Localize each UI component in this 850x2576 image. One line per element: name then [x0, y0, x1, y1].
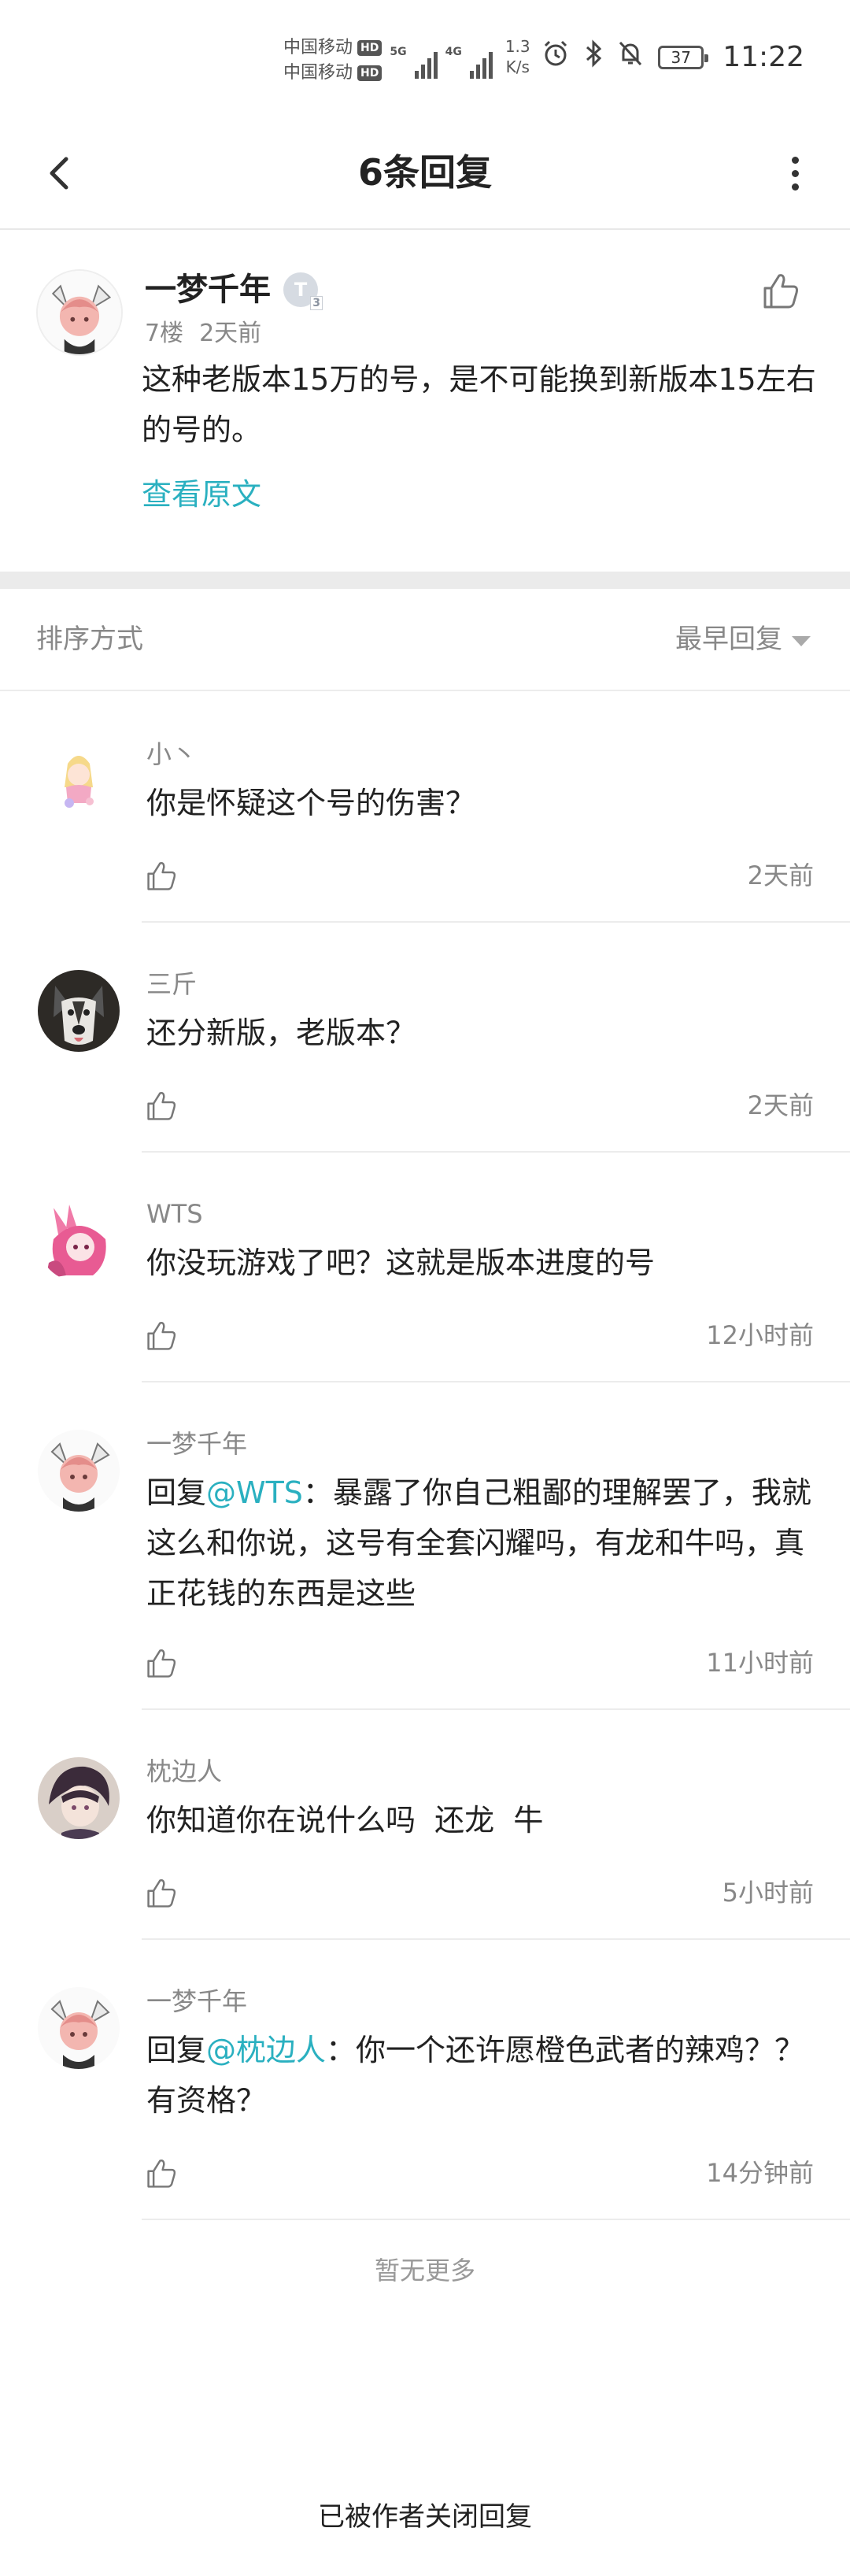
reply-text: 回复@枕边人：你一个还许愿橙色武者的辣鸡？？有资格？ [146, 2025, 823, 2126]
no-more-label: 暂无更多 [374, 2256, 475, 2285]
reply-item: WTS 你没玩游戏了吧？这就是版本进度的号 12小时前 [0, 1153, 850, 1382]
bluetooth-icon [584, 39, 603, 75]
floor-number: 7楼 [145, 320, 184, 347]
sort-bar: 排序方式 最早回复 [0, 589, 850, 691]
reply-text: 回复@WTS：暴露了你自己粗鄙的理解罢了，我就这么和你说，这号有全套闪耀吗，有龙… [146, 1468, 823, 1619]
page-header: 6条回复 [0, 118, 850, 230]
reply-author[interactable]: 枕边人 [146, 1752, 222, 1790]
signal-icon [414, 44, 438, 79]
comment-time: 2天前 [199, 320, 262, 347]
divider [142, 2219, 850, 2220]
carrier-1: 中国移动 [283, 38, 353, 57]
reply-prefix: 回复 [146, 1475, 207, 1510]
mention-link[interactable]: @枕边人 [206, 2033, 326, 2067]
comment-meta: 7楼 2天前 [145, 318, 261, 350]
carrier-info: 中国移动 HD 中国移动 HD [283, 36, 382, 85]
reply-text: 你没玩游戏了吧？这就是版本进度的号 [146, 1245, 656, 1280]
like-icon[interactable] [143, 858, 179, 894]
clock: 11:22 [722, 41, 804, 73]
reply-author[interactable]: 小丶 [146, 735, 197, 773]
original-comment: 一梦千年 T3 7楼 2天前 这种老版本15万的号，是不可能换到新版本15左右的… [0, 230, 850, 572]
hd-badge: HD [357, 40, 382, 56]
reply-item: 一梦千年 回复@WTS：暴露了你自己粗鄙的理解罢了，我就这么和你说，这号有全套闪… [0, 1382, 850, 1710]
reply-time: 14分钟前 [706, 2158, 814, 2188]
like-icon[interactable] [143, 1875, 179, 1912]
avatar[interactable] [38, 1757, 120, 1839]
avatar[interactable] [38, 1430, 120, 1512]
battery-icon: 37 [658, 45, 709, 69]
page-title: 6条回复 [357, 151, 492, 194]
avatar[interactable] [38, 740, 120, 822]
reply-prefix: 回复 [146, 2033, 207, 2067]
avatar[interactable] [38, 970, 120, 1052]
reply-text: 你是怀疑这个号的伤害？ [146, 786, 476, 820]
replies-closed-notice: 已被作者关闭回复 [318, 2501, 532, 2533]
reply-text: 你知道你在说什么吗 还龙 牛 [146, 1803, 544, 1838]
hd-badge: HD [357, 65, 382, 81]
like-icon[interactable] [143, 1645, 179, 1682]
reply-text: 还分新版，老版本？ [146, 1016, 416, 1050]
sort-dropdown[interactable]: 最早回复 [675, 616, 811, 663]
sort-value: 最早回复 [675, 624, 782, 655]
network-speed: 1.3 K/s [504, 37, 530, 76]
like-icon[interactable] [143, 2156, 179, 2192]
level-badge: T3 [283, 272, 323, 310]
status-right: 37 11:22 [541, 39, 804, 75]
avatar[interactable] [38, 1987, 120, 2069]
like-icon[interactable] [143, 1318, 179, 1354]
network-5g-label: 5G [390, 46, 407, 58]
reply-time: 12小时前 [706, 1320, 814, 1350]
avatar[interactable] [38, 1200, 120, 1282]
reply-author[interactable]: 一梦千年 [146, 1425, 247, 1463]
like-icon[interactable] [759, 269, 803, 313]
comment-content: 这种老版本15万的号，是不可能换到新版本15左右的号的。 [142, 362, 816, 447]
mute-icon [617, 39, 644, 75]
reply-time: 5小时前 [722, 1878, 814, 1908]
like-icon[interactable] [143, 1088, 179, 1124]
reply-author[interactable]: WTS [146, 1195, 203, 1233]
signal-icon [469, 44, 493, 79]
reply-author[interactable]: 三斤 [146, 965, 197, 1003]
caret-down-icon [792, 635, 811, 646]
view-original-link[interactable]: 查看原文 [142, 469, 261, 520]
reply-time: 11小时前 [706, 1648, 814, 1678]
author-name: 一梦千年 [145, 272, 271, 308]
network-4g-label: 4G [445, 46, 462, 58]
more-vertical-icon[interactable] [779, 150, 811, 197]
reply-item: 枕边人 你知道你在说什么吗 还龙 牛 5小时前 [0, 1710, 850, 1940]
reply-item: 三斤 还分新版，老版本？ 2天前 [0, 923, 850, 1153]
sort-label: 排序方式 [36, 624, 143, 655]
mention-link[interactable]: @WTS [206, 1475, 303, 1510]
comment-author[interactable]: 一梦千年 T3 [145, 266, 323, 313]
alarm-icon [541, 39, 570, 75]
reply-time: 2天前 [747, 1090, 814, 1120]
section-divider [0, 572, 850, 589]
status-left: 中国移动 HD 中国移动 HD 5G 4G 1.3 K/s [283, 36, 530, 85]
avatar[interactable] [36, 269, 123, 356]
reply-item: 一梦千年 回复@枕边人：你一个还许愿橙色武者的辣鸡？？有资格？ 14分钟前 [0, 1940, 850, 2220]
reply-item: 小丶 你是怀疑这个号的伤害？ 2天前 [0, 693, 850, 923]
status-bar: 中国移动 HD 中国移动 HD 5G 4G 1.3 K/s 37 11:22 [0, 0, 850, 118]
reply-time: 2天前 [747, 861, 814, 890]
reply-author[interactable]: 一梦千年 [146, 1982, 247, 2020]
carrier-2: 中国移动 [283, 63, 353, 83]
